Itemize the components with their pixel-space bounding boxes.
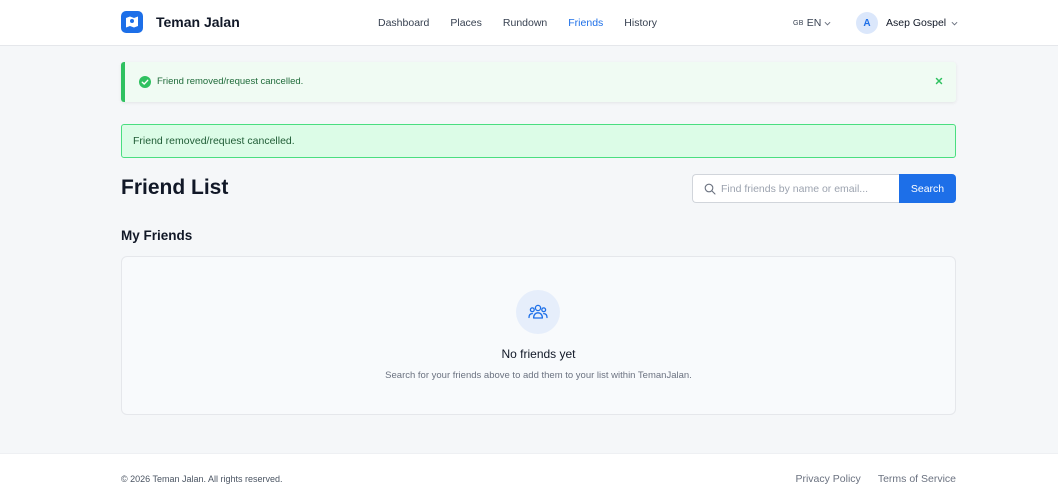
- main-nav: Dashboard Places Rundown Friends History: [378, 17, 678, 29]
- toast-message: Friend removed/request cancelled.: [157, 76, 304, 87]
- success-alert: Friend removed/request cancelled.: [121, 124, 956, 158]
- copyright: © 2026 Teman Jalan. All rights reserved.: [121, 474, 283, 484]
- empty-state-description: Search for your friends above to add the…: [385, 370, 692, 381]
- language-code: EN: [806, 17, 822, 29]
- empty-state: No friends yet Search for your friends a…: [121, 256, 956, 415]
- toast-notification: Friend removed/request cancelled.: [121, 62, 956, 102]
- footer-links: Privacy Policy Terms of Service: [778, 473, 956, 485]
- friend-search: [692, 174, 899, 203]
- nav-item-rundown[interactable]: Rundown: [503, 17, 547, 29]
- section-title: My Friends: [121, 228, 193, 243]
- language-selector[interactable]: GB EN: [793, 17, 831, 29]
- nav-item-history[interactable]: History: [624, 17, 657, 29]
- empty-state-title: No friends yet: [501, 347, 576, 361]
- user-menu[interactable]: A Asep Gospel: [856, 12, 958, 34]
- user-name: Asep Gospel: [886, 17, 947, 29]
- search-icon: [704, 183, 716, 195]
- search-button[interactable]: Search: [899, 174, 956, 203]
- check-circle-icon: [139, 76, 151, 88]
- terms-of-service-link[interactable]: Terms of Service: [878, 473, 956, 485]
- chevron-down-icon: [951, 21, 958, 25]
- nav-item-places[interactable]: Places: [450, 17, 482, 29]
- brand-name: Teman Jalan: [156, 14, 240, 30]
- chevron-down-icon: [824, 21, 831, 25]
- close-icon[interactable]: [932, 74, 946, 88]
- privacy-policy-link[interactable]: Privacy Policy: [795, 473, 860, 485]
- page-title: Friend List: [121, 176, 229, 199]
- top-navbar: Teman Jalan Dashboard Places Rundown Fri…: [0, 0, 1058, 46]
- map-logo-icon: [121, 11, 143, 33]
- avatar: A: [856, 12, 878, 34]
- footer: © 2026 Teman Jalan. All rights reserved.…: [0, 453, 1058, 485]
- users-icon: [516, 290, 560, 334]
- search-input[interactable]: [721, 180, 896, 198]
- alert-message: Friend removed/request cancelled.: [133, 135, 295, 147]
- flag-gb-icon: GB: [793, 19, 804, 27]
- brand[interactable]: Teman Jalan: [121, 11, 240, 33]
- nav-item-friends[interactable]: Friends: [568, 17, 603, 29]
- nav-item-dashboard[interactable]: Dashboard: [378, 17, 429, 29]
